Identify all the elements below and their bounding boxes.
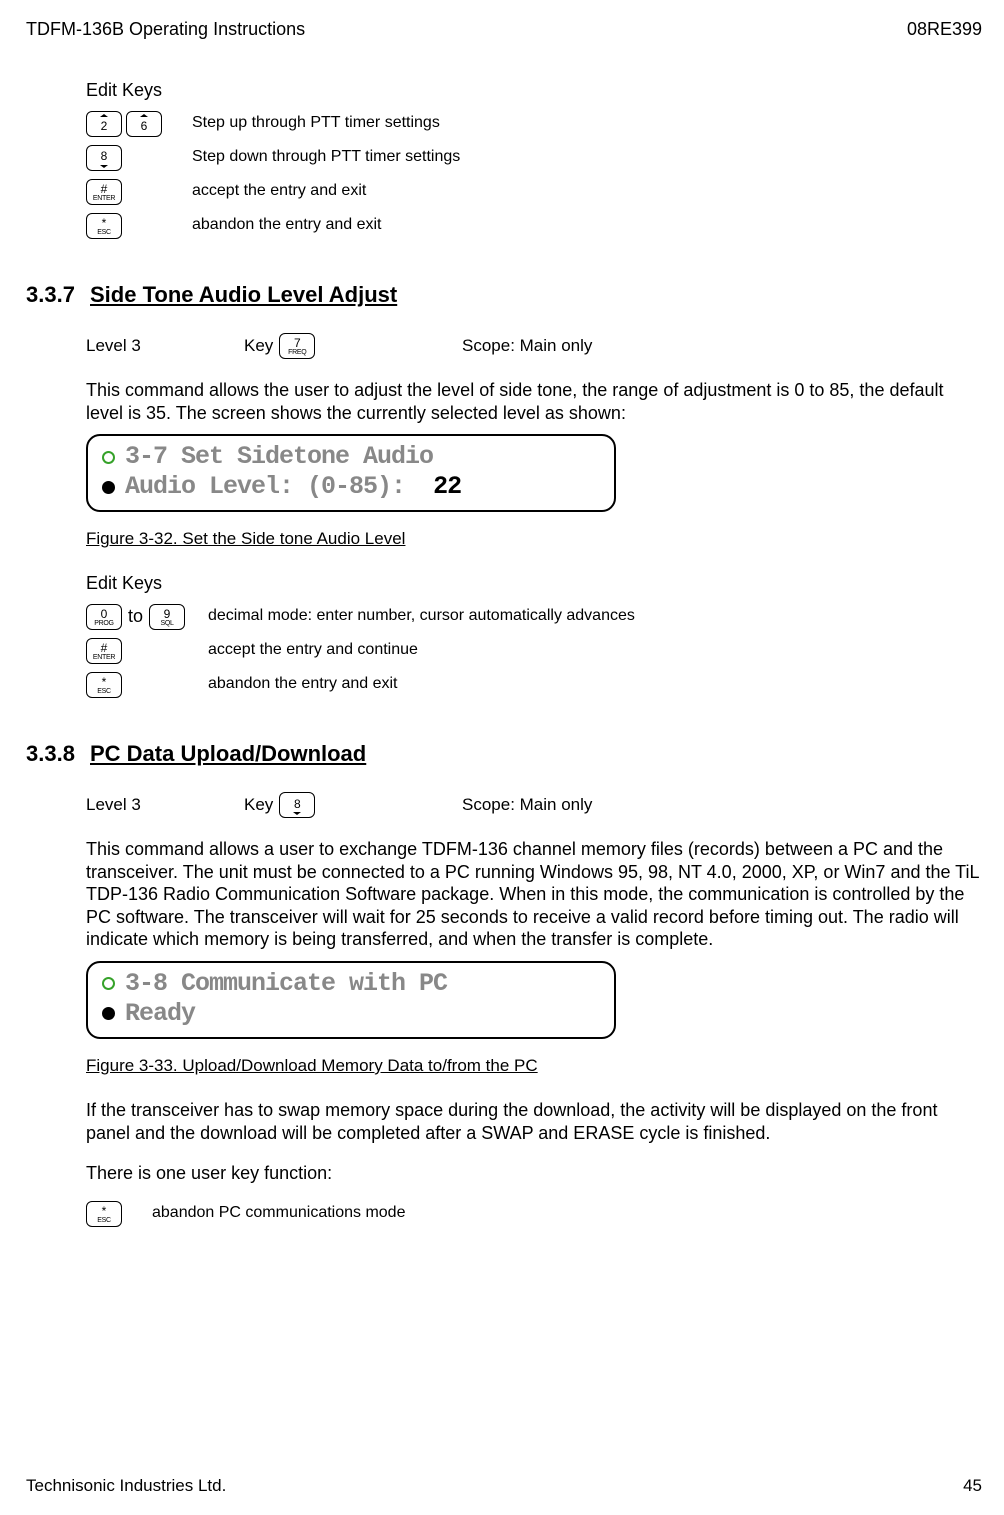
key-esc-2: *ESC <box>86 672 122 698</box>
key-6: 6 <box>126 111 162 137</box>
sec337-level: Level 3 <box>86 335 196 357</box>
key-enter: #ENTER <box>86 179 122 205</box>
header-right: 08RE399 <box>907 18 982 41</box>
key-8: 8 <box>86 145 122 171</box>
edit-keys-1-row-1-desc: Step down through PTT timer settings <box>192 147 460 168</box>
footer-right: 45 <box>963 1475 982 1497</box>
sec338-scope: Scope: Main only <box>462 794 592 816</box>
led-black-icon-2 <box>102 1007 115 1020</box>
key-2: 2 <box>86 111 122 137</box>
key-0-prog: 0PROG <box>86 604 122 630</box>
sec338-level: Level 3 <box>86 794 196 816</box>
edit-keys-table-1: 2 6 Step up through PTT timer settings 8… <box>86 109 982 241</box>
edit-keys-table-2: 0PROG to 9SQL decimal mode: enter number… <box>86 602 982 700</box>
key-8-b: 8 <box>279 792 315 818</box>
lcd-338-line1: 3-8 Communicate with PC <box>125 968 447 1001</box>
lcd-pc-comm: 3-8 Communicate with PC Ready <box>86 961 616 1039</box>
edit-keys-title-1: Edit Keys <box>86 79 982 102</box>
edit-keys-1-row-0-desc: Step up through PTT timer settings <box>192 113 440 134</box>
sec338-body2: If the transceiver has to swap memory sp… <box>86 1099 982 1144</box>
lcd-337-line1: 3-7 Set Sidetone Audio <box>125 441 433 474</box>
edit-keys-1-row-2-desc: accept the entry and exit <box>192 181 366 202</box>
sec338-body1: This command allows a user to exchange T… <box>86 838 982 951</box>
key-esc-3: *ESC <box>86 1201 122 1227</box>
key-esc: *ESC <box>86 213 122 239</box>
lcd-338-line2: Ready <box>125 998 195 1031</box>
edit-keys-2-row-1-desc: accept the entry and continue <box>208 640 418 661</box>
edit-keys-2-row-2-desc: abandon the entry and exit <box>208 674 397 695</box>
section-3-3-8-heading: 3.3.8PC Data Upload/Download <box>26 740 982 769</box>
figure-3-33-caption: Figure 3-33. Upload/Download Memory Data… <box>86 1055 982 1077</box>
key-7-freq: 7FREQ <box>279 333 315 359</box>
lcd-337-line2a: Audio Level: (0-85): <box>125 472 419 501</box>
edit-keys-1-row-3-desc: abandon the entry and exit <box>192 215 381 236</box>
footer-left: Technisonic Industries Ltd. <box>26 1475 226 1497</box>
header-left: TDFM-136B Operating Instructions <box>26 18 305 41</box>
led-green-icon <box>102 451 115 464</box>
key-9-sql: 9SQL <box>149 604 185 630</box>
edit-keys-2-row-0-desc: decimal mode: enter number, cursor autom… <box>208 606 635 627</box>
led-green-icon-2 <box>102 977 115 990</box>
key-to-label: to <box>128 605 143 628</box>
sec337-scope: Scope: Main only <box>462 335 592 357</box>
sec338-body3: There is one user key function: <box>86 1162 982 1185</box>
sec338-last-key-desc: abandon PC communications mode <box>152 1203 405 1224</box>
sec337-body: This command allows the user to adjust t… <box>86 379 982 424</box>
lcd-337-line2b: 22 <box>419 472 461 501</box>
lcd-sidetone: 3-7 Set Sidetone Audio Audio Level: (0-8… <box>86 434 616 512</box>
section-3-3-7-heading: 3.3.7Side Tone Audio Level Adjust <box>26 281 982 310</box>
figure-3-32-caption: Figure 3-32. Set the Side tone Audio Lev… <box>86 528 982 550</box>
key-enter-2: #ENTER <box>86 638 122 664</box>
sec337-key-label: Key <box>244 335 273 357</box>
led-black-icon <box>102 481 115 494</box>
edit-keys-title-2: Edit Keys <box>86 572 982 595</box>
sec338-key-label: Key <box>244 794 273 816</box>
